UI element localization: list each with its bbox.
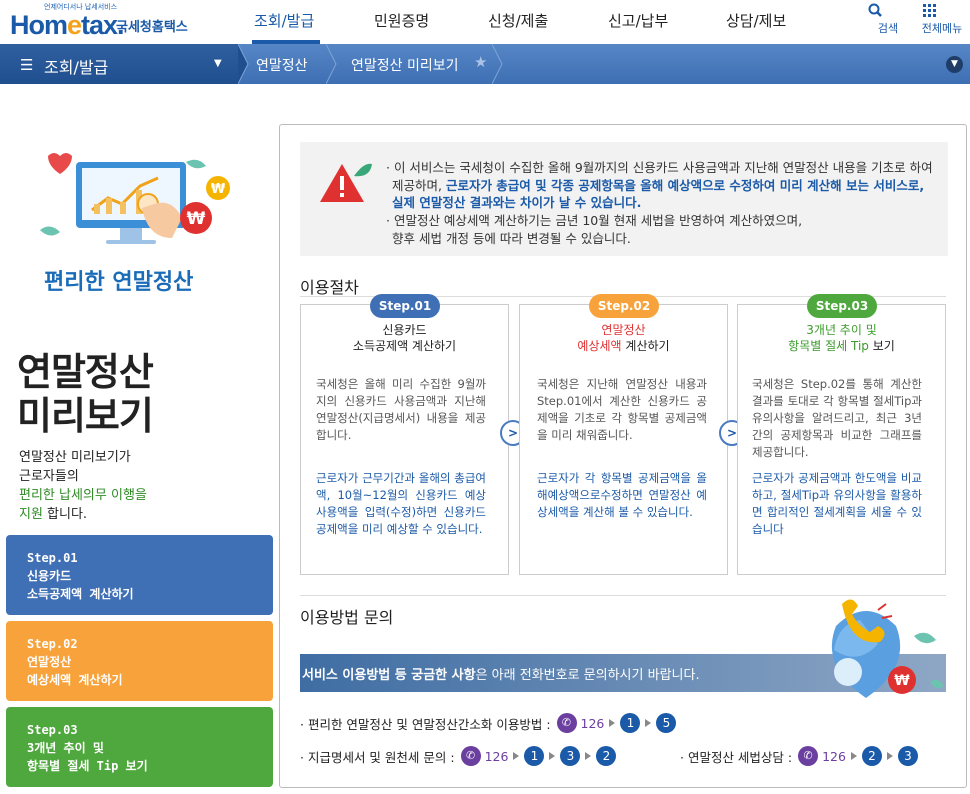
all-menu-button[interactable]: 전체메뉴 (920, 0, 964, 36)
inquiry-title: 이용방법 문의 (300, 608, 394, 627)
breadcrumb-preview[interactable]: 연말정산 미리보기 (351, 55, 459, 75)
category-label: 조회/발급 (44, 58, 109, 77)
phone-guide-withholding: · 지급명세서 및 원천세 문의 : ✆ 126 1 3 2 (300, 746, 617, 766)
page-title: 연말정산 미리보기 (17, 350, 154, 438)
phone-icon: ✆ (460, 746, 481, 766)
logo-site-name: 국세청홈택스 (116, 20, 188, 35)
step3-badge: Step.03 (807, 294, 877, 318)
step2-description: 국세청은 지난해 연말정산 내용과 Step.01에서 계산한 신용카드 공제액… (537, 377, 707, 442)
step2-highlight: 근로자가 각 항목별 공제금액을 올해예상액으로수정하면 연말정산 예상세액을 … (537, 471, 707, 519)
subtitle-convenient-settlement: 편리한 연말정산 (44, 270, 194, 295)
category-menu-dropdown[interactable]: ☰ 조회/발급 ▼ (0, 44, 238, 84)
arrow-right-icon (585, 752, 592, 760)
grid-menu-icon (923, 4, 936, 17)
page-description: 연말정산 미리보기가 근로자들의 편리한 납세의무 이행을 지원 합니다. (19, 450, 147, 522)
phone-icon: ✆ (556, 713, 577, 733)
search-button[interactable]: 검색 (866, 0, 910, 36)
monitor-illustration: ₩ ₩ (40, 153, 230, 244)
step2-heading: 연말정산 예상세액 계산하기 (577, 323, 670, 353)
step3-tips-button[interactable]: Step.03 3개년 추이 및 항목별 절세 Tip 보기 (6, 707, 273, 787)
hamburger-icon: ☰ (20, 56, 34, 74)
gnb-certificates[interactable]: 민원증명 (374, 10, 429, 31)
arrow-right-icon (513, 752, 520, 760)
step1-description: 국세청은 올해 미리 수집한 9월까지의 신용카드 사용금액과 지난해 연말정산… (316, 377, 486, 442)
arrow-right-icon (645, 719, 652, 727)
svg-text:₩: ₩ (894, 673, 910, 689)
location-bar: ☰ 조회/발급 ▼ 연말정산 연말정산 미리보기 ★ ▼ (0, 44, 970, 84)
notice-line: 향후 세법 개정 등에 따라 변경될 수 있습니다. (392, 231, 631, 246)
step1-highlight: 근로자가 근무기간과 올해의 총급여액, 10월~12월의 신용카드 예상 사용… (316, 471, 486, 536)
breadcrumb-separator (238, 44, 249, 84)
chevron-down-icon[interactable]: ▼ (946, 56, 963, 73)
notice-line: 실제 연말정산 결과와는 차이가 날 수 있습니다. (392, 195, 642, 210)
inquiry-banner-text: 서비스 이용방법 등 궁금한 사항은 아래 전화번호로 문의하시기 바랍니다. (302, 668, 700, 683)
svg-text:₩: ₩ (211, 182, 226, 197)
phone-guide-tax-law: · 연말정산 세법상담 : ✆ 126 2 3 (680, 746, 918, 766)
search-label: 검색 (877, 22, 899, 35)
step2-estimated-tax-button[interactable]: Step.02 연말정산 예상세액 계산하기 (6, 621, 273, 701)
step3-heading: 3개년 추이 및 항목별 절세 Tip 보기 (788, 323, 895, 353)
step3-description: 국세청은 Step.02를 통해 계산한 결과를 토대로 각 항목별 절세Tip… (752, 377, 922, 459)
breadcrumb-year-end-settlement[interactable]: 연말정산 (256, 55, 308, 75)
breadcrumb-separator (492, 44, 503, 84)
top-header: 언제어디서나 납세서비스 Hometax. 국세청홈택스 조회/발급 민원증명 … (0, 0, 970, 44)
notice-line: · 연말정산 예상세액 계산하기는 금년 10월 현재 세법을 반영하여 계산하… (386, 213, 803, 228)
all-menu-label: 전체메뉴 (921, 22, 963, 35)
favorite-star-icon[interactable]: ★ (474, 53, 487, 71)
step3-highlight: 근로자가 공제금액과 한도액을 비교하고, 절세Tip과 유의사항을 활용하면 … (752, 471, 922, 536)
phone-consult-illustration: ₩ (831, 599, 944, 698)
arrow-right-icon (886, 752, 893, 760)
warning-icon (320, 163, 372, 202)
procedure-title: 이용절차 (300, 278, 359, 297)
phone-icon: ✆ (798, 746, 819, 766)
hometax-logo[interactable]: 언제어디서나 납세서비스 Hometax. 국세청홈택스 (8, 2, 198, 42)
step1-card-deduction-button[interactable]: Step.01 신용카드 소득공제액 계산하기 (6, 535, 273, 615)
gnb-report-pay[interactable]: 신고/납부 (608, 10, 668, 31)
gnb-inquiry-issue[interactable]: 조회/발급 (254, 10, 314, 31)
arrow-right-icon (609, 719, 616, 727)
search-icon (868, 3, 882, 17)
gnb-apply-submit[interactable]: 신청/제출 (488, 10, 548, 31)
phone-guide-easy-settlement: · 편리한 연말정산 및 연말정산간소화 이용방법 : ✆ 126 1 5 (300, 713, 677, 733)
logo-wordmark: Hometax. (10, 10, 125, 40)
notice-line: · 이 서비스는 국세청이 수집한 올해 9월까지의 신용카드 사용금액과 지난… (386, 160, 933, 175)
gnb-consult-report[interactable]: 상담/제보 (726, 10, 786, 31)
caret-down-icon: ▼ (214, 58, 222, 69)
svg-text:₩: ₩ (187, 209, 206, 229)
arrow-right-icon (549, 752, 556, 760)
step1-badge: Step.01 (370, 294, 440, 318)
step2-badge: Step.02 (589, 294, 659, 318)
breadcrumb-separator (326, 44, 337, 84)
arrow-right-icon (850, 752, 857, 760)
step1-heading: 신용카드 소득공제액 계산하기 (352, 323, 457, 353)
